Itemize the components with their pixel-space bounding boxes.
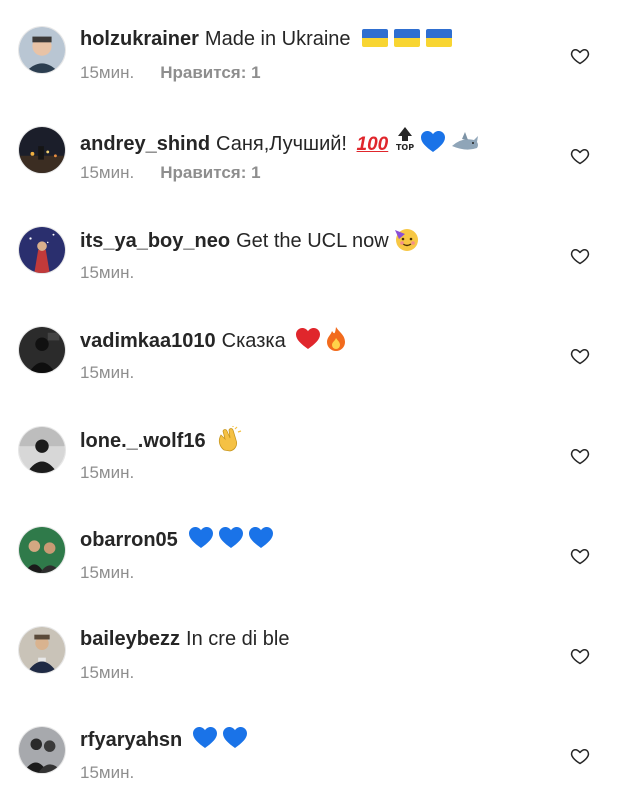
comment-text: Саня,Лучший! — [216, 133, 347, 155]
comment-time: 15мин. — [80, 563, 135, 582]
heart-outline-icon — [570, 749, 590, 765]
avatar[interactable] — [18, 226, 66, 274]
like-button[interactable] — [570, 246, 590, 266]
blue-heart-icon — [192, 726, 218, 750]
partying-face-icon — [393, 226, 419, 252]
blue-heart-icon — [420, 130, 446, 154]
ukraine-flag-icon — [394, 29, 421, 47]
blue-heart-icon — [218, 526, 244, 550]
heart-outline-icon — [570, 349, 590, 365]
comment-item: holzukrainer Made in Ukraine 15мин. Нравит… — [0, 0, 620, 100]
comment-item: andrey_shind Саня,Лучший! 100 TOP 15мин. Нр… — [0, 100, 620, 200]
heart-outline-icon — [570, 249, 590, 265]
comment-username[interactable]: rfyaryahsn — [80, 729, 182, 751]
heart-outline-icon — [570, 549, 590, 565]
comment-username[interactable]: baileybezz — [80, 628, 180, 650]
avatar[interactable] — [18, 26, 66, 74]
comment-time: 15мин. — [80, 363, 135, 382]
like-button[interactable] — [570, 446, 590, 466]
like-button[interactable] — [570, 346, 590, 366]
comment-meta: 15мин. Нравится: 1 — [80, 162, 261, 184]
comment-list: holzukrainer Made in Ukraine 15мин. Нравит… — [0, 0, 620, 799]
red-heart-icon — [295, 327, 321, 351]
comment-meta: 15мин. Нравится: 1 — [80, 62, 261, 84]
comment-line: rfyaryahsn — [80, 726, 550, 753]
comment-username[interactable]: its_ya_boy_neo — [80, 230, 230, 252]
heart-outline-icon — [570, 149, 590, 165]
comment-item: rfyaryahsn 15мин. — [0, 700, 620, 800]
comment-time: 15мин. — [80, 63, 135, 82]
comment-text: In cre di ble — [186, 628, 290, 650]
comment-meta: 15мин. — [80, 462, 134, 484]
like-button[interactable] — [570, 146, 590, 166]
svg-text:TOP: TOP — [396, 143, 414, 152]
avatar[interactable] — [18, 726, 66, 774]
blue-heart-icon — [248, 526, 274, 550]
comment-username[interactable]: vadimkaa1010 — [80, 330, 216, 352]
top-arrow-icon: TOP — [394, 126, 416, 152]
heart-outline-icon — [570, 649, 590, 665]
heart-outline-icon — [570, 49, 590, 65]
comment-time: 15мин. — [80, 263, 135, 282]
comment-item: obarron05 15мин. — [0, 500, 620, 600]
avatar[interactable] — [18, 426, 66, 474]
clapping-hands-icon — [216, 426, 242, 452]
comment-username[interactable]: obarron05 — [80, 529, 178, 551]
comment-text: Made in Ukraine — [204, 28, 351, 50]
comment-meta: 15мин. — [80, 362, 134, 384]
comment-likes-link[interactable]: Нравится: 1 — [160, 63, 260, 82]
comment-likes-link[interactable]: Нравится: 1 — [160, 163, 260, 182]
comment-meta: 15мин. — [80, 762, 134, 784]
comment-item: baileybezz In cre di ble 15мин. — [0, 600, 620, 700]
comment-text: Get the UCL now — [236, 230, 389, 252]
comment-username[interactable]: andrey_shind — [80, 133, 210, 155]
comment-line: baileybezz In cre di ble — [80, 626, 550, 652]
like-button[interactable] — [570, 546, 590, 566]
hundred-points-icon: 100 — [356, 134, 389, 155]
comment-line: holzukrainer Made in Ukraine — [80, 26, 550, 52]
avatar[interactable] — [18, 626, 66, 674]
like-button[interactable] — [570, 746, 590, 766]
comment-line: vadimkaa1010 Сказка — [80, 326, 550, 354]
comment-meta: 15мин. — [80, 662, 134, 684]
shark-icon — [450, 131, 480, 155]
blue-heart-icon — [188, 526, 214, 550]
ukraine-flag-icon — [362, 29, 389, 47]
comment-item: its_ya_boy_neo Get the UCL now 15мин. — [0, 200, 620, 300]
ukraine-flag-icon — [426, 29, 453, 47]
comment-username[interactable]: lone._.wolf16 — [80, 430, 206, 452]
comment-time: 15мин. — [80, 663, 135, 682]
comment-item: lone._.wolf16 15мин. — [0, 400, 620, 500]
comment-meta: 15мин. — [80, 262, 134, 284]
comment-time: 15мин. — [80, 763, 135, 782]
comment-username[interactable]: holzukrainer — [80, 28, 199, 50]
comment-line: lone._.wolf16 — [80, 426, 550, 454]
avatar[interactable] — [18, 326, 66, 374]
comment-text: Сказка — [221, 330, 286, 352]
like-button[interactable] — [570, 646, 590, 666]
avatar[interactable] — [18, 526, 66, 574]
comment-item: vadimkaa1010 Сказка 15мин. — [0, 300, 620, 400]
avatar[interactable] — [18, 126, 66, 174]
heart-outline-icon — [570, 449, 590, 465]
comment-line: its_ya_boy_neo Get the UCL now — [80, 226, 550, 254]
blue-heart-icon — [222, 726, 248, 750]
comment-time: 15мин. — [80, 163, 135, 182]
comment-time: 15мин. — [80, 463, 135, 482]
like-button[interactable] — [570, 46, 590, 66]
comment-meta: 15мин. — [80, 562, 134, 584]
comment-line: obarron05 — [80, 526, 550, 553]
comment-line: andrey_shind Саня,Лучший! 100 TOP — [80, 126, 550, 158]
fire-icon — [325, 326, 347, 352]
